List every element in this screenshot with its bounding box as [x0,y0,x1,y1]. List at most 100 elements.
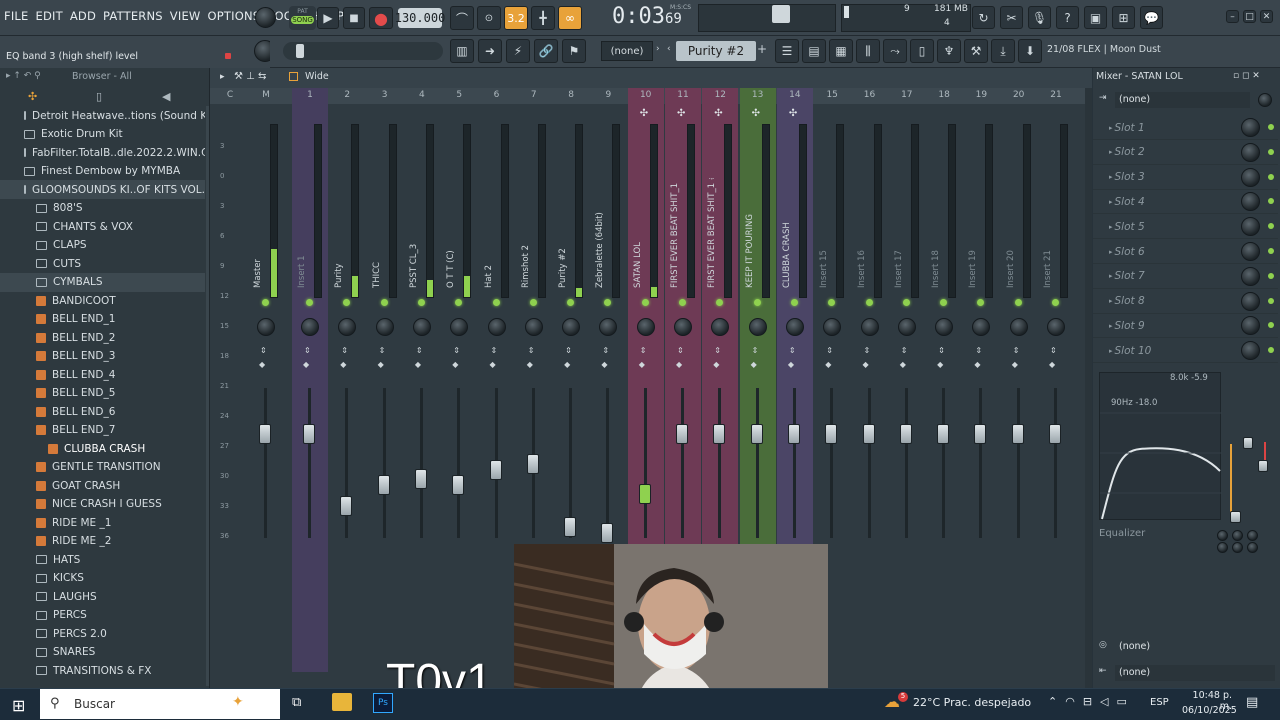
volume-fader[interactable] [303,424,315,444]
pan-knob[interactable] [636,318,655,336]
mixer-window-button[interactable]: ⊞ [1112,6,1135,29]
browser-scrollbar[interactable] [206,106,209,686]
browser-file[interactable]: BELL END_4 [0,365,205,384]
pan-knob[interactable] [257,318,275,336]
volume-fader[interactable] [259,424,271,444]
slot-enable-led[interactable] [1268,223,1274,230]
volume-fader[interactable] [1049,424,1061,444]
route-icon[interactable]: ✣ [714,108,722,119]
channel-enable-led[interactable] [902,299,910,306]
channel-enable-led[interactable] [529,299,537,306]
mixer-channel[interactable]: 21 Insert 21 ⇕ ◆ [1038,88,1074,672]
pan-knob[interactable] [785,318,804,336]
language-indicator[interactable]: ESP [1150,697,1169,708]
routing-button[interactable]: ⤳ [883,39,907,63]
channel-rack-button[interactable]: ▤ [802,39,826,63]
eq-graph[interactable] [1099,372,1222,520]
stereo-separation-icon[interactable]: ⇕ [938,346,945,355]
browser-file[interactable]: RIDE ME _1 [0,513,205,532]
browser-file[interactable]: GOAT CRASH [0,476,205,495]
browser-star-icon[interactable]: ✣ [28,90,37,103]
mixer-channel[interactable]: 1 Insert 1 ⇕ ◆ [292,88,328,672]
pan-knob[interactable] [599,318,618,336]
network-icon[interactable]: ▭ [1117,695,1127,708]
swap-icon[interactable]: ◆ [378,360,384,369]
windows-start-icon[interactable]: ⊞ [12,696,25,715]
stereo-separation-icon[interactable]: ⇕ [864,346,871,355]
eq-band-3-fader[interactable] [1258,460,1268,472]
fx-slot[interactable]: ▸ Slot 8 [1093,290,1278,314]
swap-icon[interactable]: ◆ [527,360,533,369]
fx-slot[interactable]: ▸ Slot 5 [1093,215,1278,240]
fx-slot[interactable]: ▸ Slot 2 [1093,141,1278,165]
channel-enable-led[interactable] [977,299,985,306]
stereo-separation-icon[interactable]: ⇕ [752,346,759,355]
arrow-button[interactable]: ➜ [478,39,502,63]
fx-slot[interactable]: ▸ Slot 7 [1093,265,1278,289]
browser-folder[interactable]: CHANTS & VOX [0,217,205,236]
channel-enable-led[interactable] [753,299,761,306]
file-explorer-icon[interactable] [332,693,352,711]
swap-icon[interactable]: ◆ [751,360,757,369]
copilot-sparkle-icon[interactable]: ✦ [232,694,244,710]
monitor-slider-handle[interactable] [772,5,790,23]
stereo-separation-icon[interactable]: ⇕ [789,346,796,355]
slot-mix-knob[interactable] [1241,192,1260,212]
stereo-separation-icon[interactable]: ⇕ [826,346,833,355]
channel-enable-led[interactable] [790,299,798,306]
stereo-separation-icon[interactable]: ⇕ [901,346,908,355]
slot-mix-knob[interactable] [1241,167,1260,187]
volume-fader[interactable] [489,460,502,480]
tempo-display[interactable]: 130.000 [395,8,445,28]
pan-knob[interactable] [524,318,543,336]
export-button[interactable]: ⤓ [991,39,1015,63]
slot-enable-led[interactable] [1268,148,1274,155]
channel-enable-led[interactable] [455,299,463,306]
snap-next-icon[interactable]: › [656,44,660,54]
slot-enable-led[interactable] [1268,297,1274,304]
piano-roll-button[interactable]: ▥ [450,39,474,63]
clock-date[interactable]: 06/10/2025 [1182,705,1237,716]
tools-button[interactable]: ⚒ [964,39,988,63]
cut-tool-button[interactable]: ✂ [1000,6,1023,29]
browser-folder[interactable]: PERCS [0,606,205,625]
volume-fader[interactable] [862,424,875,444]
slot-enable-led[interactable] [1268,124,1274,130]
position-slider-handle[interactable] [296,44,304,58]
news-ticker[interactable]: 21/08 FLEX | Moon Dust [1047,44,1177,55]
browser-file[interactable]: NICE CRASH I GUESS [0,495,205,514]
menu-options[interactable]: OPTIONS [208,9,261,23]
browser-file[interactable]: BELL END_5 [0,384,205,403]
volume-fader[interactable] [638,484,651,504]
browser-folder[interactable]: LAUGHS [0,587,205,606]
menu-file[interactable]: FILE [4,9,28,23]
photoshop-icon[interactable]: Ps [373,693,393,713]
record-button[interactable]: ● [369,7,393,29]
volume-fader[interactable] [787,424,800,444]
slot-mix-knob[interactable] [1241,217,1260,237]
pat-song-toggle[interactable]: PAT SONG [289,6,316,30]
stereo-separation-icon[interactable]: ⇕ [975,346,982,355]
pan-knob[interactable] [897,318,916,336]
minimize-button[interactable]: – [1226,10,1239,23]
plugin-picker-button[interactable]: ⚡ [506,39,530,63]
eq-knob-1[interactable] [1217,530,1228,541]
mixer-channel[interactable]: 4 PSST CL_3 ⇕ ◆ [404,88,440,672]
pan-knob[interactable] [562,318,581,336]
pan-knob[interactable] [823,318,842,336]
countdown-button[interactable]: 3.2 [504,6,528,30]
browser-folder[interactable]: PERCS 2.0 [0,624,205,643]
snap-select[interactable]: (none) [601,41,653,61]
channel-enable-led[interactable] [492,299,500,306]
pan-knob[interactable] [674,318,692,336]
pan-knob[interactable] [972,318,991,336]
wait-input-button[interactable]: ⊙ [477,6,501,30]
pattern-prev-icon[interactable]: ‹ [667,44,671,54]
channel-enable-led[interactable] [641,299,649,306]
browser-file[interactable]: GENTLE TRANSITION [0,458,205,477]
play-button[interactable]: ▶ [317,7,339,29]
swap-icon[interactable]: ◆ [415,360,421,369]
fx-slot[interactable]: ▸ Slot 6 [1093,240,1278,264]
swap-icon[interactable]: ◆ [1012,360,1018,369]
channel-enable-led[interactable] [262,299,269,306]
